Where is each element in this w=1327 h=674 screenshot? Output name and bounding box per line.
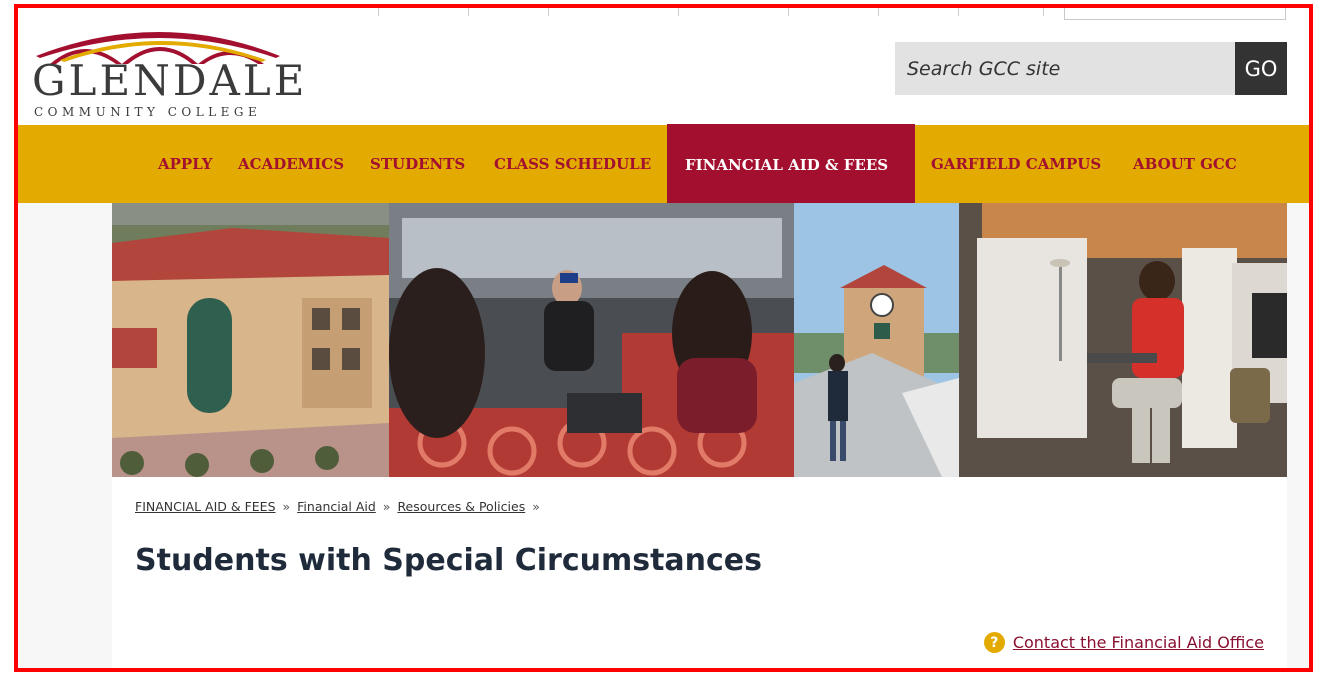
search-go-button[interactable]: GO — [1235, 42, 1287, 95]
nav-item-academics[interactable]: ACADEMICS — [238, 125, 344, 203]
hero-photo-students-lounge — [389, 203, 795, 477]
breadcrumb-separator: » — [532, 499, 540, 514]
breadcrumb-link-financial-aid[interactable]: Financial Aid — [297, 499, 376, 514]
page-title: Students with Special Circumstances — [135, 543, 763, 578]
nav-item-financial-aid-fees[interactable]: FINANCIAL AID & FEES — [667, 124, 915, 206]
logo-tagline: COMMUNITY COLLEGE — [34, 105, 262, 119]
nav-item-garfield-campus[interactable]: GARFIELD CAMPUS — [931, 125, 1101, 203]
hero-photo-campus-building — [112, 203, 389, 477]
breadcrumb-link-financial-aid-fees[interactable]: FINANCIAL AID & FEES — [135, 499, 276, 514]
nav-item-apply[interactable]: APPLY — [158, 125, 213, 203]
utility-links-strip — [378, 8, 1078, 16]
breadcrumb: FINANCIAL AID & FEES » Financial Aid » R… — [135, 499, 543, 514]
breadcrumb-separator: » — [282, 499, 291, 514]
breadcrumb-separator: » — [382, 499, 391, 514]
nav-item-class-schedule[interactable]: CLASS SCHEDULE — [494, 125, 651, 203]
contact-financial-aid: ? Contact the Financial Aid Office — [983, 632, 1264, 653]
main-nav: APPLY ACADEMICS STUDENTS CLASS SCHEDULE … — [18, 124, 1309, 206]
hero-photo-clock-tower — [794, 203, 959, 477]
utility-box[interactable] — [1064, 8, 1286, 20]
nav-item-about-gcc[interactable]: ABOUT GCC — [1133, 125, 1237, 203]
gcc-logo[interactable]: GLENDALE COMMUNITY COLLEGE — [30, 16, 304, 121]
browser-viewport: GLENDALE COMMUNITY COLLEGE GO APPLY ACAD… — [14, 4, 1313, 672]
hero-photo-study-carrel — [959, 203, 1287, 477]
hero-banner — [112, 203, 1287, 477]
search-input[interactable] — [895, 42, 1235, 95]
main-content: FINANCIAL AID & FEES » Financial Aid » R… — [112, 477, 1287, 668]
site-header: GLENDALE COMMUNITY COLLEGE GO — [18, 8, 1309, 125]
nav-item-students[interactable]: STUDENTS — [370, 125, 465, 203]
question-circle-icon: ? — [983, 632, 1005, 653]
breadcrumb-link-resources-policies[interactable]: Resources & Policies — [397, 499, 525, 514]
hero-collage-image — [112, 203, 1287, 477]
logo-wordmark: GLENDALE — [32, 56, 308, 105]
contact-financial-aid-link[interactable]: Contact the Financial Aid Office — [1013, 633, 1264, 652]
